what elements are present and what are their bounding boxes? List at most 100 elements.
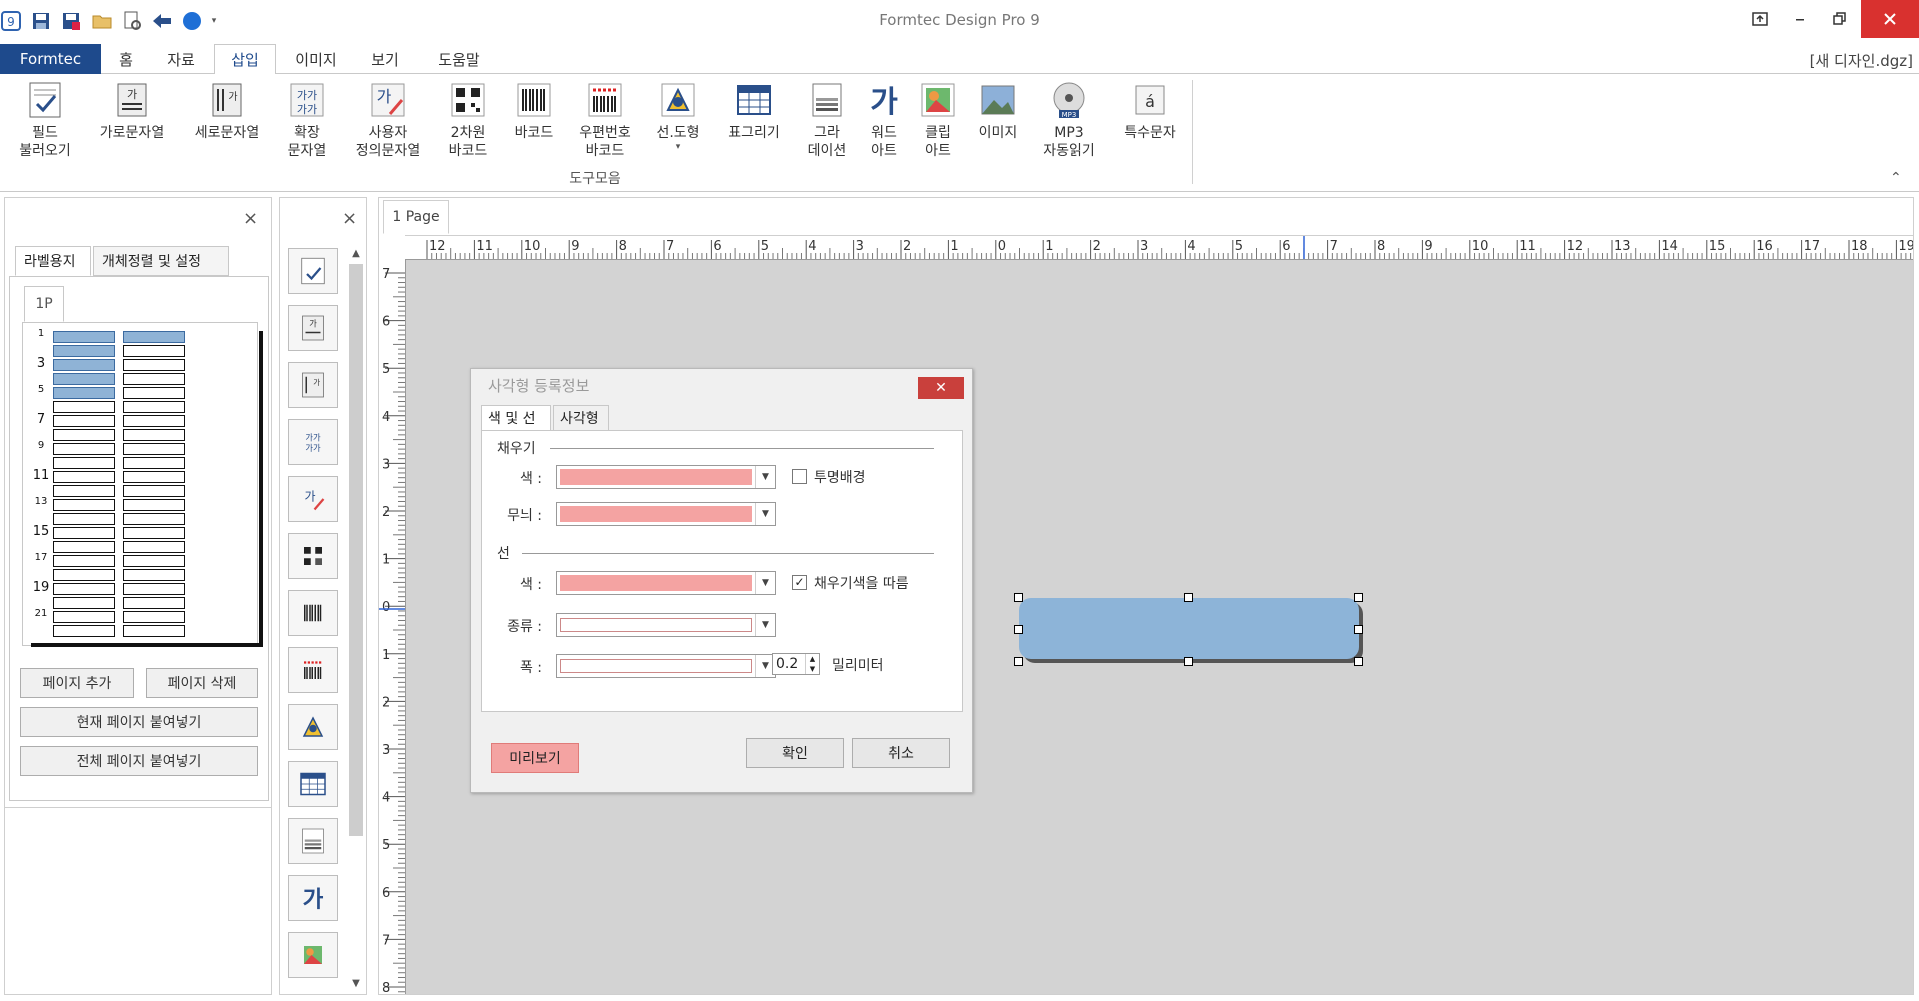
toolbox-postal-barcode-icon[interactable] (288, 647, 338, 693)
label-cell[interactable] (53, 597, 115, 609)
label-cell[interactable] (53, 527, 115, 539)
resize-handle-bottom-left[interactable] (1014, 657, 1023, 666)
label-cell[interactable] (123, 401, 185, 413)
label-cell[interactable] (123, 331, 185, 343)
label-cell[interactable] (53, 625, 115, 637)
tab-insert[interactable]: 삽입 (214, 44, 276, 75)
pattern-select[interactable]: ▼ (556, 502, 776, 526)
toolbox-shape-icon[interactable] (288, 704, 338, 750)
label-cell[interactable] (123, 625, 185, 637)
tab-rectangle[interactable]: 사각형 (553, 405, 609, 431)
vertical-text-button[interactable]: 가 세로문자열 (186, 80, 268, 142)
toolbox-field-load-icon[interactable] (288, 248, 338, 294)
label-cell[interactable] (53, 555, 115, 567)
label-cell[interactable] (123, 359, 185, 371)
open-folder-icon[interactable] (91, 10, 113, 32)
resize-handle-left[interactable] (1014, 625, 1023, 634)
save-icon[interactable] (30, 10, 52, 32)
tab-help[interactable]: 도움말 (426, 44, 492, 74)
label-cell[interactable] (123, 485, 185, 497)
label-cell[interactable] (53, 387, 115, 399)
label-cell[interactable] (53, 429, 115, 441)
label-cell[interactable] (53, 499, 115, 511)
label-sheet-preview[interactable]: 1 3 5 7 9 11 13 15 17 19 21 (22, 322, 263, 647)
shape-button[interactable]: 선.도형 ▾ (650, 80, 706, 152)
close-window-icon[interactable] (1861, 0, 1919, 38)
tab-data[interactable]: 자료 (157, 44, 205, 74)
label-cell[interactable] (53, 569, 115, 581)
paste-current-page-button[interactable]: 현재 페이지 붙여넣기 (20, 707, 258, 737)
resize-handle-right[interactable] (1354, 625, 1363, 634)
restore-icon[interactable] (1813, 0, 1867, 38)
image-button[interactable]: 이미지 (970, 80, 1026, 142)
label-cell[interactable] (53, 513, 115, 525)
label-cell[interactable] (53, 331, 115, 343)
label-cell[interactable] (123, 499, 185, 511)
scroll-up-icon[interactable]: ▲ (346, 248, 366, 259)
width-spinner[interactable]: 0.2 ▲ ▼ (772, 653, 820, 675)
tab-color-and-line[interactable]: 색 및 선 (481, 405, 551, 431)
toolbox-user-defined-text-icon[interactable]: 가 (288, 476, 338, 522)
toolbox-gradation-icon[interactable] (288, 818, 338, 864)
label-cell[interactable] (53, 359, 115, 371)
tab-label-paper[interactable]: 라벨용지 (15, 246, 91, 276)
preview-button[interactable]: 미리보기 (491, 743, 579, 773)
label-cell[interactable] (123, 415, 185, 427)
spinner-arrows-icon[interactable]: ▲ ▼ (805, 654, 819, 674)
label-cell[interactable] (123, 611, 185, 623)
label-cell[interactable] (53, 541, 115, 553)
label-cell[interactable] (123, 443, 185, 455)
toolbox-horizontal-text-icon[interactable]: 가 (288, 305, 338, 351)
print-preview-icon[interactable] (121, 10, 143, 32)
resize-handle-top-left[interactable] (1014, 593, 1023, 602)
fill-color-select[interactable]: ▼ (556, 465, 776, 489)
label-cell[interactable] (123, 429, 185, 441)
label-cell[interactable] (123, 471, 185, 483)
ok-button[interactable]: 확인 (746, 738, 844, 768)
follow-fill-color-checkbox[interactable]: ✓ (792, 575, 807, 590)
delete-page-button[interactable]: 페이지 삭제 (146, 668, 258, 698)
tab-image[interactable]: 이미지 (285, 44, 347, 74)
scroll-down-icon[interactable]: ▼ (346, 978, 366, 989)
barcode-button[interactable]: 바코드 (506, 80, 562, 142)
toolbox-vertical-text-icon[interactable]: 가 (288, 362, 338, 408)
dialog-close-icon[interactable]: ✕ (918, 377, 964, 399)
label-cell[interactable] (123, 569, 185, 581)
resize-handle-bottom-right[interactable] (1354, 657, 1363, 666)
label-cell[interactable] (53, 415, 115, 427)
label-cell[interactable] (53, 471, 115, 483)
tab-formtec[interactable]: Formtec (0, 44, 101, 74)
label-cell[interactable] (123, 457, 185, 469)
collapse-ribbon-icon[interactable]: ⌃ (1890, 170, 1902, 186)
clip-art-button[interactable]: 클립 아트 (914, 80, 962, 160)
add-page-button[interactable]: 페이지 추가 (20, 668, 134, 698)
postal-barcode-button[interactable]: 우편번호 바코드 (570, 80, 640, 160)
back-arrow-icon[interactable] (151, 10, 173, 32)
label-cell[interactable] (53, 583, 115, 595)
label-cell[interactable] (53, 373, 115, 385)
2d-barcode-button[interactable]: 2차원 바코드 (440, 80, 496, 160)
extended-text-button[interactable]: 가가 가가 확장 문자열 (282, 80, 332, 160)
save-all-icon[interactable] (60, 10, 82, 32)
special-char-button[interactable]: á 특수문자 (1112, 80, 1188, 142)
toolbox-qr-code-icon[interactable] (288, 533, 338, 579)
toolbox-scrollbar[interactable]: ▲ ▼ (346, 246, 366, 994)
paste-all-pages-button[interactable]: 전체 페이지 붙여넣기 (20, 746, 258, 776)
label-cell[interactable] (123, 513, 185, 525)
label-cell[interactable] (123, 373, 185, 385)
toolbox-extended-text-icon[interactable]: 가가 가가 (288, 419, 338, 465)
line-width-select[interactable]: ▼ (556, 654, 776, 678)
resize-handle-top-right[interactable] (1354, 593, 1363, 602)
label-cell[interactable] (53, 611, 115, 623)
gradation-button[interactable]: 그라 데이션 (800, 80, 854, 160)
label-cell[interactable] (53, 443, 115, 455)
user-defined-text-button[interactable]: 가 사용자 정의문자열 (346, 80, 430, 160)
label-cell[interactable] (53, 485, 115, 497)
mp3-auto-read-button[interactable]: MP3 MP3 자동읽기 (1034, 80, 1104, 160)
toolbox-word-art-icon[interactable]: 가 (288, 875, 338, 921)
label-cell[interactable] (53, 457, 115, 469)
horizontal-text-button[interactable]: 가 가로문자열 (92, 80, 172, 142)
tab-object-align[interactable]: 개체정렬 및 설정 (93, 246, 229, 276)
table-button[interactable]: 표그리기 (718, 80, 790, 142)
field-load-button[interactable]: 필드 불러오기 (10, 80, 80, 160)
